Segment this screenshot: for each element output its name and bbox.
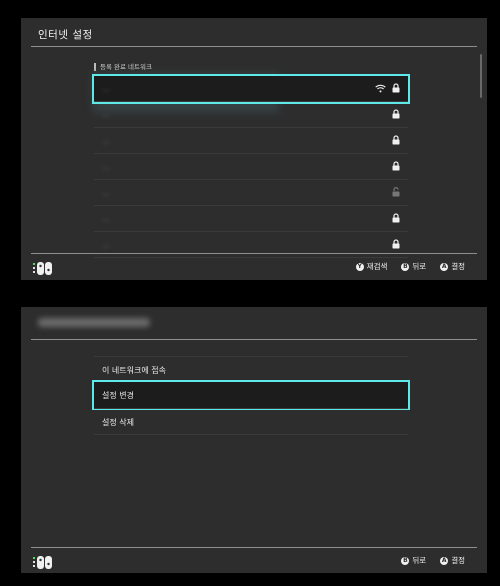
network-name-blurred: ... [102, 162, 110, 171]
network-row[interactable]: ... [94, 154, 408, 180]
hint-label: 뒤로 [412, 262, 427, 271]
menu-item[interactable]: 설정 변경 [92, 380, 410, 410]
header-divider [31, 339, 477, 340]
menu-item[interactable]: 이 네트워크에 접속 [94, 356, 408, 382]
lock-icon [392, 135, 400, 145]
hint-a-button[interactable]: A 결정 [440, 555, 465, 566]
footer-bar: B 뒤로 A 결정 [21, 547, 487, 573]
lock-icon [392, 213, 400, 223]
footer-divider [31, 547, 477, 548]
network-name-blurred: ... [102, 214, 110, 223]
internet-settings-screen: 인터넷 설정 등록 완료 네트워크 ..................... … [21, 18, 487, 280]
hint-label: 뒤로 [412, 556, 427, 565]
hint-b-button[interactable]: B 뒤로 [401, 261, 426, 272]
menu-divider [94, 434, 408, 435]
network-name-blurred: ... [102, 110, 110, 119]
lock-icon [392, 83, 400, 93]
network-name-blurred: ... [102, 188, 110, 197]
hint-b-button[interactable]: B 뒤로 [401, 555, 426, 566]
lock-icon [392, 239, 400, 249]
network-row[interactable]: ... [94, 206, 408, 232]
hint-label: 결정 [451, 262, 465, 271]
hint-a-button[interactable]: A 결정 [440, 261, 465, 272]
network-name-title-blurred [38, 318, 150, 327]
network-row[interactable]: ... [92, 74, 410, 104]
footer-bar: Y 재검색 B 뒤로 A 결정 [21, 253, 487, 279]
hint-y-button[interactable]: Y 재검색 [355, 261, 388, 272]
network-name-blurred: ... [102, 240, 110, 249]
scrollbar[interactable] [480, 54, 482, 98]
b-button-icon: B [401, 556, 410, 565]
unlocked-icon [392, 187, 400, 197]
network-options-screen: 이 네트워크에 접속설정 변경설정 삭제 B 뒤로 A 결정 [21, 307, 487, 573]
menu-item[interactable]: 설정 삭제 [94, 408, 408, 434]
menu-item-label: 이 네트워크에 접속 [102, 366, 166, 375]
network-name-blurred: ... [102, 84, 110, 93]
network-row[interactable]: ... [94, 102, 408, 128]
a-button-icon: A [440, 262, 449, 271]
network-name-blurred: ... [102, 136, 110, 145]
joycon-controller-icon [33, 260, 55, 279]
button-hints: B 뒤로 A 결정 [401, 555, 465, 566]
hint-label: 재검색 [366, 262, 388, 271]
button-hints: Y 재검색 B 뒤로 A 결정 [355, 261, 465, 272]
y-button-icon: Y [355, 262, 364, 271]
registered-networks-label: 등록 완료 네트워크 [94, 63, 152, 71]
menu-item-label: 설정 삭제 [102, 418, 134, 427]
page-title: 인터넷 설정 [38, 29, 93, 41]
header-divider [31, 46, 477, 47]
lock-icon [392, 109, 400, 119]
b-button-icon: B [401, 262, 410, 271]
menu-item-label: 설정 변경 [102, 391, 134, 400]
hint-label: 결정 [451, 556, 465, 565]
a-button-icon: A [440, 556, 449, 565]
joycon-controller-icon [33, 554, 55, 573]
lock-icon [392, 161, 400, 171]
network-row[interactable]: ... [94, 128, 408, 154]
network-row[interactable]: ... [94, 180, 408, 206]
wifi-signal-icon [375, 84, 386, 93]
footer-divider [31, 253, 477, 254]
